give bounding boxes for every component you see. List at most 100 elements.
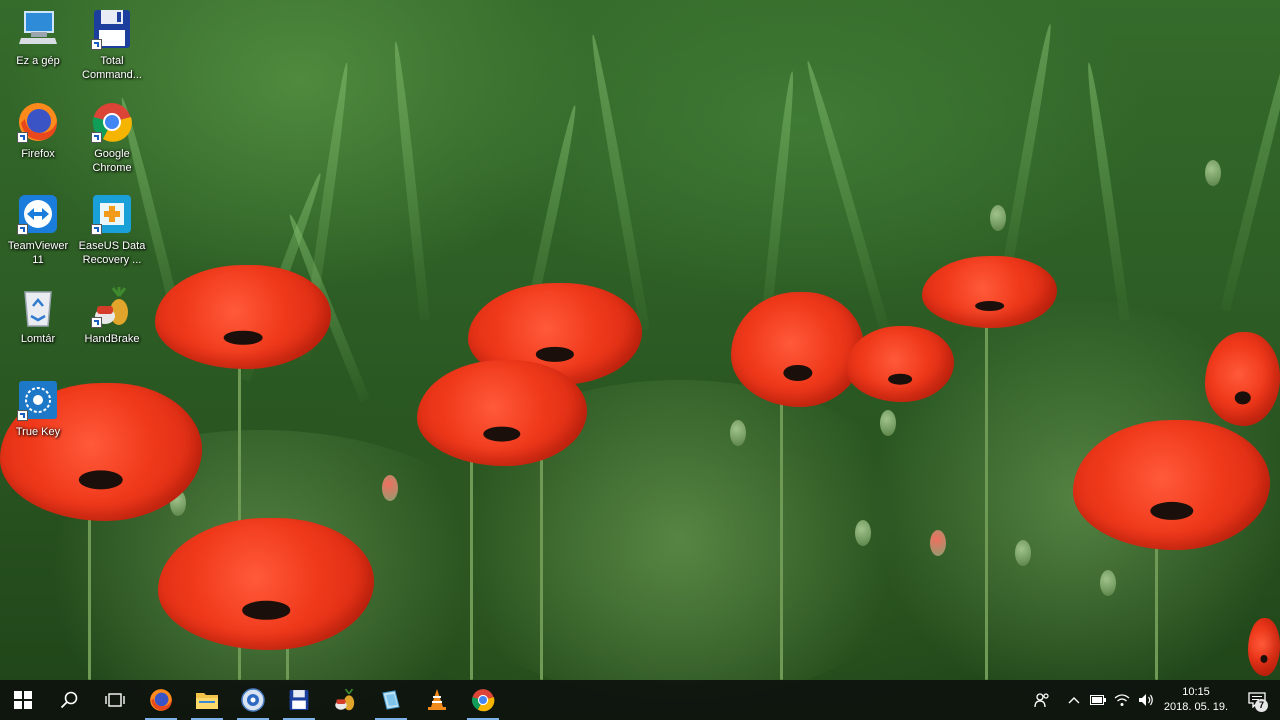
desktop-icon-label: Total Command... [82, 55, 142, 81]
desktop-icon-easeus-data-recovery[interactable]: EaseUS Data Recovery ... [74, 193, 150, 267]
network-button[interactable] [1110, 680, 1134, 720]
desktop-icon-label: Firefox [21, 148, 55, 160]
taskbar-handbrake[interactable] [322, 680, 368, 720]
vlc-cone-icon [428, 689, 446, 710]
grass-blade [390, 41, 430, 321]
start-button[interactable] [0, 680, 46, 720]
taskbar-total-commander[interactable] [276, 680, 322, 720]
desktop-icon-label: Lomtár [20, 333, 56, 345]
handbrake-icon [335, 688, 355, 711]
taskbar-chrome[interactable] [460, 680, 506, 720]
floppy-icon [289, 690, 309, 710]
notification-count-badge: 7 [1255, 699, 1268, 712]
total-commander-floppy-icon [91, 8, 133, 50]
clock[interactable]: 10:15 2018. 05. 19. [1158, 685, 1234, 715]
poppy-bud [990, 205, 1006, 231]
volume-button[interactable] [1134, 680, 1158, 720]
desktop-icon-firefox[interactable]: Firefox [0, 101, 76, 161]
system-tray: 10:15 2018. 05. 19. 7 [1022, 680, 1280, 720]
poppy-flower [731, 292, 864, 407]
shortcut-arrow-icon [91, 39, 102, 50]
shortcut-arrow-icon [91, 317, 102, 328]
taskbar-firefox[interactable] [138, 680, 184, 720]
poppy-stem [985, 320, 988, 680]
desktop-icon-recycle-bin[interactable]: Lomtár [0, 286, 76, 346]
poppy-bud [880, 410, 896, 436]
shortcut-arrow-icon [17, 224, 28, 235]
poppy-flower [1205, 332, 1280, 426]
taskbar-app-circle[interactable] [230, 680, 276, 720]
computer-icon [17, 8, 59, 50]
desktop-icon-label: Google Chrome [92, 148, 132, 174]
poppy-flower [417, 360, 587, 466]
poppy-bud [930, 530, 946, 556]
task-view-button[interactable] [92, 680, 138, 720]
desktop-icon-total-commander[interactable]: Total Command... [74, 8, 150, 82]
grass-blade [587, 33, 650, 331]
true-key-icon [17, 379, 59, 421]
chrome-icon [91, 101, 133, 143]
shortcut-arrow-icon [17, 410, 28, 421]
poppy-flower [922, 256, 1057, 328]
people-icon [1034, 693, 1049, 708]
recycle-bin-icon [17, 286, 59, 328]
poppy-bud [1205, 160, 1221, 186]
taskbar: 10:15 2018. 05. 19. 7 [0, 680, 1280, 720]
desktop-icon-google-chrome[interactable]: Google Chrome [74, 101, 150, 175]
desktop-icon-handbrake[interactable]: HandBrake [74, 286, 150, 346]
desktop-icon-label: True Key [15, 426, 61, 438]
desktop-wallpaper: Ez a gép Total Command... Firefox Google… [0, 0, 1280, 720]
taskbar-vlc[interactable] [414, 680, 460, 720]
desktop-icon-teamviewer[interactable]: TeamViewer 11 [0, 193, 76, 267]
poppy-flower [1073, 420, 1270, 550]
firefox-icon [150, 689, 172, 711]
taskbar-file-explorer[interactable] [184, 680, 230, 720]
desktop-icon-this-pc[interactable]: Ez a gép [0, 8, 76, 68]
desktop-icon-label: HandBrake [84, 333, 140, 345]
clock-time: 10:15 [1182, 686, 1210, 698]
chrome-icon [472, 689, 495, 712]
poppy-stem [780, 400, 783, 680]
poppy-bud [730, 420, 746, 446]
wifi-icon [1114, 694, 1130, 706]
grass-blade [1083, 61, 1130, 321]
desktop-icon-label: TeamViewer 11 [7, 240, 69, 266]
grass-blade [1220, 17, 1280, 312]
chevron-up-icon [1068, 697, 1080, 704]
blue-circle-app-icon [241, 688, 265, 712]
poppy-flower [1248, 618, 1280, 676]
search-icon [60, 691, 78, 709]
poppy-stem [88, 510, 91, 680]
poppy-flower [155, 265, 331, 369]
battery-button[interactable] [1086, 680, 1110, 720]
search-button[interactable] [46, 680, 92, 720]
shortcut-arrow-icon [91, 224, 102, 235]
poppy-flower [158, 518, 374, 650]
poppy-stem [470, 460, 473, 680]
grass-blade [1000, 23, 1056, 281]
handbrake-icon [91, 286, 133, 328]
folder-icon [196, 693, 218, 709]
shortcut-arrow-icon [17, 132, 28, 143]
desktop-icon-label: EaseUS Data Recovery ... [78, 240, 146, 266]
action-center-button[interactable]: 7 [1234, 680, 1280, 720]
firefox-icon [17, 101, 59, 143]
windows-logo-icon [14, 691, 32, 709]
blue-document-icon [382, 690, 400, 710]
poppy-bud [1015, 540, 1031, 566]
teamviewer-icon [17, 193, 59, 235]
poppy-bud [855, 520, 871, 546]
shortcut-arrow-icon [91, 132, 102, 143]
poppy-flower [846, 326, 954, 402]
volume-icon [1139, 694, 1153, 706]
taskbar-document-app[interactable] [368, 680, 414, 720]
desktop-icon-label: Ez a gép [16, 55, 60, 67]
people-button[interactable] [1022, 680, 1062, 720]
clock-date: 2018. 05. 19. [1163, 701, 1229, 713]
poppy-bud [382, 475, 398, 501]
desktop-icon-true-key[interactable]: True Key [0, 379, 76, 439]
poppy-bud [1100, 570, 1116, 596]
easeus-icon [91, 193, 133, 235]
show-hidden-icons-button[interactable] [1062, 680, 1086, 720]
task-view-icon [105, 693, 125, 707]
